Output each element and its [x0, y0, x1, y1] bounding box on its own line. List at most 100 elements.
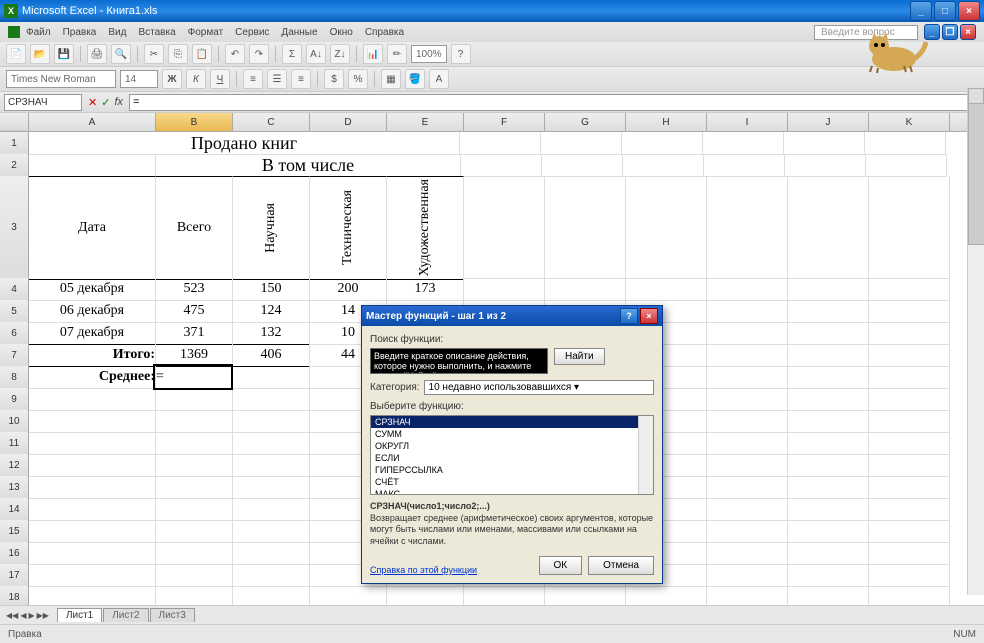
cell[interactable] [233, 454, 310, 477]
save-button[interactable]: 💾 [54, 44, 74, 64]
tab-nav-first[interactable]: ◀◀ [6, 611, 18, 620]
cell[interactable]: 173 [387, 278, 464, 301]
close-button[interactable]: × [958, 1, 980, 21]
find-button[interactable]: Найти [554, 348, 605, 365]
cell[interactable] [29, 432, 156, 455]
cell[interactable] [233, 498, 310, 521]
drawing-button[interactable]: ✏ [387, 44, 407, 64]
cell[interactable] [707, 520, 788, 543]
cell[interactable] [233, 366, 310, 389]
cell[interactable]: Всего [156, 176, 233, 280]
cell[interactable] [788, 542, 869, 565]
listbox-scrollbar[interactable] [638, 416, 653, 494]
cell[interactable] [788, 366, 869, 389]
cell[interactable]: 475 [156, 300, 233, 323]
cell[interactable] [156, 476, 233, 499]
cancel-button[interactable]: Отмена [588, 556, 654, 575]
row-header[interactable]: 9 [0, 388, 29, 411]
italic-button[interactable]: К [186, 69, 206, 89]
bold-button[interactable]: Ж [162, 69, 182, 89]
cell[interactable] [869, 344, 950, 367]
cell[interactable] [788, 410, 869, 433]
cell[interactable] [704, 154, 785, 177]
borders-button[interactable]: ▦ [381, 69, 401, 89]
tab-sheet3[interactable]: Лист3 [150, 608, 195, 622]
cell[interactable] [707, 454, 788, 477]
fontsize-combo[interactable]: 14 [120, 70, 158, 88]
cell[interactable] [707, 176, 788, 279]
cell[interactable] [233, 388, 310, 411]
cell[interactable]: 124 [233, 300, 310, 323]
cell[interactable] [29, 542, 156, 565]
row-header[interactable]: 13 [0, 476, 29, 499]
col-header-I[interactable]: I [707, 113, 788, 131]
cell[interactable] [869, 388, 950, 411]
cell[interactable] [707, 410, 788, 433]
cell[interactable] [707, 564, 788, 587]
cell[interactable] [869, 498, 950, 521]
tab-sheet2[interactable]: Лист2 [103, 608, 148, 622]
menu-data[interactable]: Данные [281, 27, 317, 38]
cancel-formula-icon[interactable]: ✕ [88, 96, 97, 109]
cell[interactable] [788, 322, 869, 345]
cell[interactable] [233, 410, 310, 433]
search-input[interactable]: Введите краткое описание действия, котор… [370, 348, 548, 374]
row-header[interactable]: 17 [0, 564, 29, 587]
cell[interactable] [788, 586, 869, 605]
cell[interactable]: 200 [310, 278, 387, 301]
tab-sheet1[interactable]: Лист1 [57, 608, 102, 622]
cell[interactable] [29, 564, 156, 587]
menu-insert[interactable]: Вставка [138, 27, 175, 38]
row-header[interactable]: 11 [0, 432, 29, 455]
cell[interactable] [29, 498, 156, 521]
cell[interactable]: 07 декабря [29, 322, 156, 345]
cell[interactable]: Научная [233, 176, 310, 280]
doc-close-button[interactable]: × [960, 24, 976, 40]
cell[interactable] [788, 176, 869, 279]
list-item[interactable]: СЧЁТ [371, 476, 653, 488]
cell[interactable] [29, 520, 156, 543]
cell[interactable] [788, 454, 869, 477]
cell[interactable]: Дата [29, 176, 156, 280]
cell[interactable] [707, 498, 788, 521]
cell[interactable] [788, 564, 869, 587]
row-header[interactable]: 4 [0, 278, 29, 301]
cell[interactable] [869, 300, 950, 323]
cell[interactable] [788, 278, 869, 301]
select-all-corner[interactable] [0, 113, 29, 131]
cell[interactable] [869, 176, 950, 279]
doc-restore-button[interactable]: ❐ [942, 24, 958, 40]
cell[interactable] [869, 278, 950, 301]
cell[interactable] [464, 278, 545, 301]
cell[interactable]: Художественная [387, 176, 464, 280]
align-center-button[interactable]: ☰ [267, 69, 287, 89]
cell[interactable] [788, 520, 869, 543]
cell[interactable] [626, 586, 707, 605]
fx-icon[interactable]: fx [114, 96, 123, 109]
new-button[interactable]: 📄 [6, 44, 26, 64]
row-header[interactable]: 5 [0, 300, 29, 323]
menu-format[interactable]: Формат [188, 27, 224, 38]
percent-button[interactable]: % [348, 69, 368, 89]
cell[interactable] [233, 432, 310, 455]
cell[interactable] [156, 410, 233, 433]
cell[interactable]: 132 [233, 322, 310, 345]
col-header-F[interactable]: F [464, 113, 545, 131]
preview-button[interactable]: 🔍 [111, 44, 131, 64]
cell[interactable] [156, 520, 233, 543]
cell[interactable] [784, 132, 865, 155]
cell[interactable] [233, 520, 310, 543]
underline-button[interactable]: Ч [210, 69, 230, 89]
col-header-G[interactable]: G [545, 113, 626, 131]
row-header[interactable]: 14 [0, 498, 29, 521]
cell[interactable] [707, 586, 788, 605]
cell[interactable] [707, 542, 788, 565]
scroll-up-icon[interactable] [968, 88, 984, 104]
cell[interactable]: 523 [156, 278, 233, 301]
cell[interactable]: Продано книг [29, 132, 460, 155]
tab-nav-prev[interactable]: ◀ [20, 611, 26, 620]
row-header[interactable]: 15 [0, 520, 29, 543]
cell[interactable] [788, 432, 869, 455]
cell[interactable]: 05 декабря [29, 278, 156, 301]
cell[interactable] [387, 586, 464, 605]
